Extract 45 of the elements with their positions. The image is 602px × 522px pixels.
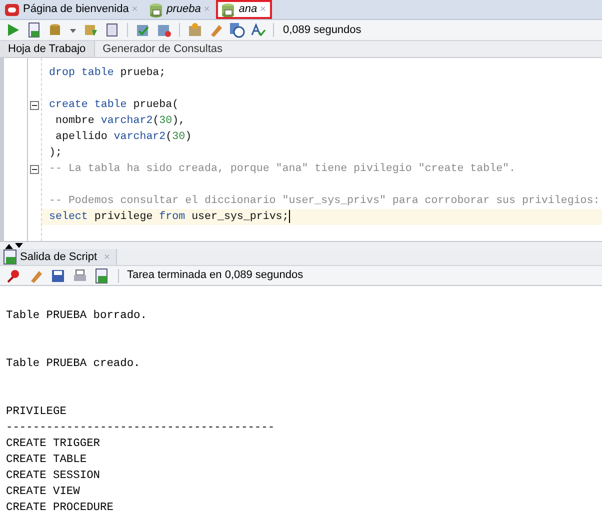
editor-tab[interactable]: Hoja de Trabajo — [0, 41, 95, 57]
rollback-database-icon[interactable] — [156, 22, 172, 38]
output-line: CREATE TABLE — [6, 454, 87, 466]
database-icon[interactable] — [47, 22, 63, 38]
collapse-arrows-icon[interactable] — [4, 243, 24, 249]
document-tab[interactable]: Página de bienvenida × — [0, 0, 144, 19]
document-icon[interactable] — [104, 22, 120, 38]
output-line: PRIVILEGE — [6, 406, 66, 418]
output-line: Table PRUEBA borrado. — [6, 310, 147, 322]
output-line: CREATE PROCEDURE — [6, 502, 114, 514]
output-tab[interactable]: Salida de Script × — [0, 249, 117, 265]
output-line: CREATE VIEW — [6, 486, 80, 498]
database-connection-icon — [148, 2, 164, 18]
check-database-icon[interactable] — [135, 22, 151, 38]
script-output-icon[interactable] — [94, 268, 110, 284]
fold-toggle-icon[interactable] — [30, 164, 39, 174]
output-line: Table PRUEBA creado. — [6, 358, 140, 370]
database-connection-icon — [220, 2, 236, 18]
code-line: select privilege from user_sys_privs; — [49, 211, 289, 223]
code-line: drop table prueba; — [49, 67, 166, 79]
code-line: -- Podemos consultar el diccionario "user_sys_privs" para corroborar sus privilegios: — [49, 195, 600, 207]
status-text: Tarea terminada en 0,089 segundos — [127, 268, 304, 284]
editor-tab[interactable]: Generador de Consultas — [94, 41, 231, 57]
code-line: nombre varchar2(30), — [54, 115, 186, 127]
output-line: ---------------------------------------- — [6, 422, 275, 434]
code-line: -- La tabla ha sido creada, porque "ana" tiene pivilegio "create table". — [49, 163, 516, 175]
pin-icon[interactable] — [6, 268, 22, 284]
eraser-icon[interactable] — [208, 22, 224, 38]
script-icon[interactable] — [26, 22, 42, 38]
timing-text: 0,089 segundos — [283, 22, 362, 38]
save-icon[interactable] — [50, 268, 66, 284]
code-line: apellido varchar2(30) — [54, 131, 192, 143]
document-tab[interactable]: prueba × — [144, 0, 216, 19]
run-icon[interactable] — [5, 22, 21, 38]
code-line: create table prueba( — [49, 99, 179, 111]
document-tab[interactable]: ana × — [216, 0, 272, 19]
text-cursor — [288, 210, 290, 223]
print-icon[interactable] — [72, 268, 88, 284]
spell-check-icon[interactable] — [250, 22, 266, 38]
output-line: CREATE TRIGGER — [6, 438, 100, 450]
commit-icon[interactable] — [83, 22, 99, 38]
fold-toggle-icon[interactable] — [30, 100, 39, 110]
output-line: CREATE SESSION — [6, 470, 100, 482]
code-line: ); — [49, 147, 62, 159]
oracle-logo-icon — [4, 2, 20, 18]
